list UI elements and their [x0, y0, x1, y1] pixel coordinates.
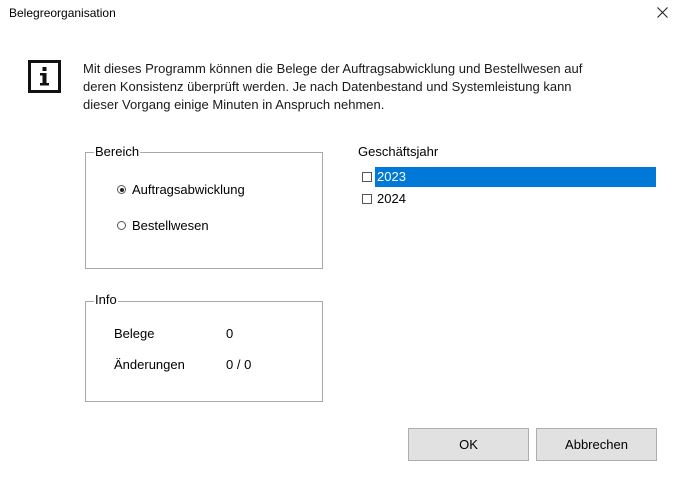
description-line: dieser Vorgang einige Minuten in Anspruc…: [83, 97, 385, 112]
year-label: 2024: [377, 191, 406, 206]
cancel-button[interactable]: Abbrechen: [536, 428, 657, 461]
radio-bestellwesen[interactable]: Bestellwesen: [117, 218, 209, 233]
description-line: deren Konsistenz überprüft werden. Je na…: [83, 79, 572, 94]
radio-label: Bestellwesen: [132, 218, 209, 233]
geschaeftsjahr-label: Geschäftsjahr: [358, 144, 439, 159]
description-text: Mit dieses Programm können die Belege de…: [83, 60, 643, 114]
info-groupbox: [85, 301, 323, 402]
close-button[interactable]: [648, 0, 675, 26]
ok-button[interactable]: OK: [408, 428, 529, 461]
radio-auftragsabwicklung[interactable]: Auftragsabwicklung: [117, 182, 245, 197]
description-line: Mit dieses Programm können die Belege de…: [83, 61, 583, 76]
year-list-item[interactable]: 2023: [358, 167, 656, 187]
bereich-groupbox: [85, 152, 323, 269]
year-list[interactable]: 2023 2024: [358, 167, 656, 209]
year-list-item[interactable]: 2024: [358, 189, 656, 209]
title-bar: Belegreorganisation: [0, 0, 675, 28]
checkbox-icon[interactable]: [362, 172, 372, 182]
year-label: 2023: [375, 167, 656, 187]
aenderungen-label: Änderungen: [114, 357, 185, 372]
radio-label: Auftragsabwicklung: [132, 182, 245, 197]
belege-value: 0: [226, 326, 234, 341]
bereich-group-label: Bereich: [94, 144, 141, 160]
belege-label: Belege: [114, 326, 155, 341]
checkbox-icon[interactable]: [362, 194, 372, 204]
info-group-label: Info: [94, 292, 118, 308]
window-title: Belegreorganisation: [9, 6, 116, 20]
radio-button-checked-icon[interactable]: [117, 185, 126, 194]
close-icon: [657, 7, 668, 18]
aenderungen-value: 0 / 0: [226, 357, 252, 372]
info-icon: [28, 60, 61, 93]
radio-button-icon[interactable]: [117, 221, 126, 230]
